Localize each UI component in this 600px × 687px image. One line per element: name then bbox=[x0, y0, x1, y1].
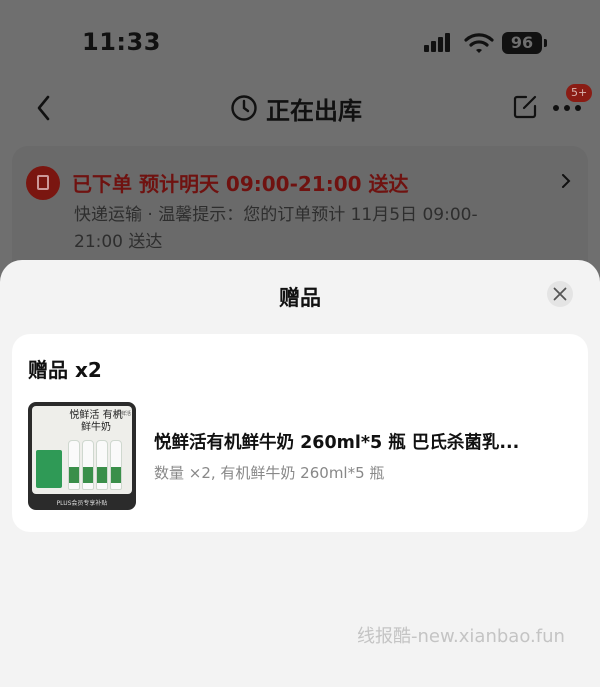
product-meta: 数量 ×2, 有机鲜牛奶 260ml*5 瓶 bbox=[154, 464, 385, 482]
order-status-text: 已下单 预计明天 09:00-21:00 送达 bbox=[72, 172, 409, 196]
product-image-panel: 悦鲜活 有机鲜牛奶 悦鲜活 bbox=[32, 406, 132, 494]
wifi-icon bbox=[464, 33, 494, 53]
system-icons: 96 bbox=[424, 32, 554, 56]
milk-bottle-icon bbox=[68, 440, 80, 490]
milk-bottle-icon bbox=[96, 440, 108, 490]
more-icon[interactable] bbox=[552, 104, 582, 112]
status-bar: 11:33 96 bbox=[0, 0, 600, 80]
nav-title-group: 正在出库 bbox=[230, 92, 362, 125]
signal-icon bbox=[424, 32, 454, 54]
nav-bar: 正在出库 5+ bbox=[0, 80, 600, 136]
battery-tip bbox=[544, 39, 547, 47]
close-button[interactable] bbox=[547, 281, 573, 307]
order-description: 快递运输 · 温馨提示：您的订单预计 11月5日 09:00-21:00 送达 bbox=[74, 205, 478, 252]
order-document-icon bbox=[26, 166, 60, 200]
product-name[interactable]: 悦鲜活有机鲜牛奶 260ml*5 瓶 巴氏杀菌乳... bbox=[154, 429, 574, 454]
battery-icon: 96 bbox=[502, 32, 542, 54]
product-image-footer: PLUS会员专享补贴 bbox=[56, 500, 108, 507]
product-image[interactable]: 悦鲜活 有机鲜牛奶 悦鲜活 PLUS会员专享补贴 bbox=[28, 402, 136, 510]
sheet-title: 赠品 bbox=[279, 286, 321, 310]
milk-bottle-icon bbox=[82, 440, 94, 490]
status-time: 11:33 bbox=[82, 28, 161, 56]
milk-bottle-icon bbox=[110, 440, 122, 490]
close-icon bbox=[553, 287, 567, 301]
gift-card: 赠品 x2 悦鲜活 有机鲜牛奶 悦鲜活 PLUS会员专享补贴 悦鲜活有机鲜牛奶 … bbox=[12, 334, 588, 532]
watermark: 线报酷-new.xianbao.fun bbox=[357, 626, 565, 647]
clock-icon bbox=[231, 95, 257, 121]
edit-icon[interactable] bbox=[512, 94, 538, 120]
gift-sheet: 赠品 赠品 x2 悦鲜活 有机鲜牛奶 悦鲜活 PLUS会员专享补贴 悦鲜活有机鲜… bbox=[0, 260, 600, 687]
product-image-brand: 悦鲜活 bbox=[116, 411, 132, 417]
chevron-right-icon bbox=[562, 174, 571, 188]
back-icon[interactable] bbox=[34, 94, 54, 122]
promo-tag bbox=[36, 450, 62, 488]
page-title: 正在出库 bbox=[266, 96, 362, 125]
notification-badge: 5+ bbox=[566, 84, 593, 102]
gift-heading: 赠品 x2 bbox=[28, 358, 102, 382]
order-status-card[interactable]: 已下单 预计明天 09:00-21:00 送达 快递运输 · 温馨提示：您的订单… bbox=[12, 146, 588, 276]
